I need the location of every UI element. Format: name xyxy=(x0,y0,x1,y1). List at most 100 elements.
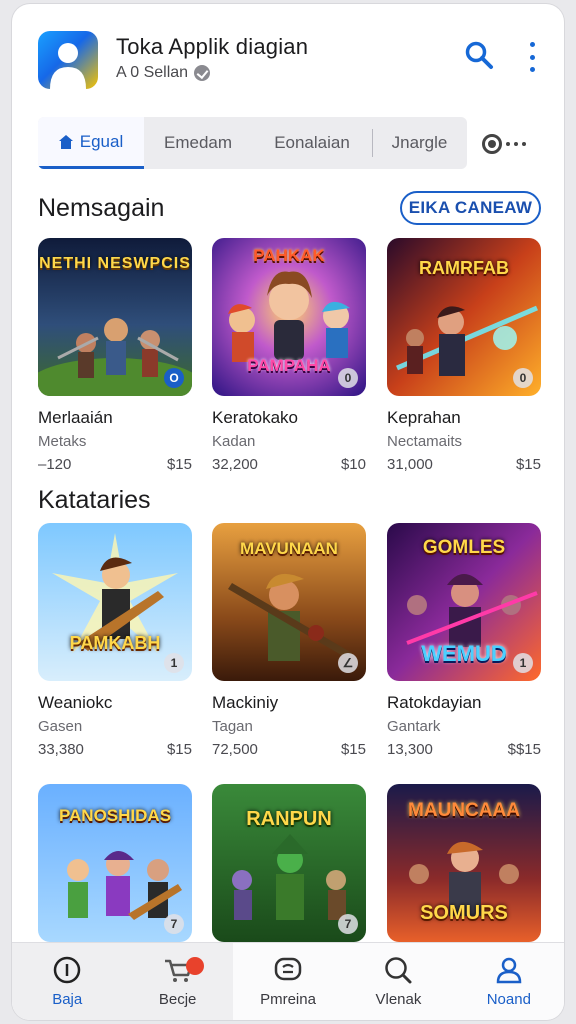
tab-emedam[interactable]: Emedam xyxy=(144,117,252,169)
tab-egual[interactable]: Egual xyxy=(38,117,144,169)
game-card[interactable]: PANOSHIDAS 7 xyxy=(38,784,192,942)
game-name: Weaniokc xyxy=(38,693,113,712)
category-tabs: Egual Emedam Eonalaian Jnargle xyxy=(38,117,467,169)
more-menu-button[interactable] xyxy=(526,42,538,72)
verified-icon xyxy=(194,65,211,81)
game-thumbnail[interactable]: RAMRFAB 0 xyxy=(387,238,541,396)
nav-label: Pmreina xyxy=(260,991,316,1008)
game-name: Merlaaián xyxy=(38,408,113,427)
game-art-title: RAMRFAB xyxy=(419,258,509,278)
game-card[interactable]: NETHI NESWPCIS O Merlaaián Metaks –120 $… xyxy=(38,238,192,473)
download-count: 72,500 xyxy=(212,741,258,758)
download-count: 13,300 xyxy=(387,741,433,758)
profile-icon xyxy=(496,957,522,984)
rating-badge: O xyxy=(164,368,184,388)
tab-label: Eonalaian xyxy=(274,133,350,152)
game-card[interactable]: MAVUNAAN ∠ Mackiniy Tagan 72,500 $15 xyxy=(212,523,366,758)
nav-label: Becje xyxy=(158,991,197,1008)
bottom-navigation: Baja Becje Pmreina Vlenak Noand xyxy=(12,942,564,1020)
person-avatar-icon xyxy=(50,43,86,89)
section-title: Katataries xyxy=(38,486,151,514)
nav-item-pmreina[interactable]: Pmreina xyxy=(233,943,343,1020)
game-art-title: GOMLES xyxy=(422,537,506,558)
rating-badge: 0 xyxy=(338,368,358,388)
game-publisher: Gasen xyxy=(38,718,83,735)
tab-label: Emedam xyxy=(163,133,233,152)
app-subtitle: A 0 Sellan xyxy=(116,64,211,82)
rating-badge: 7 xyxy=(338,914,358,934)
game-publisher: Kadan xyxy=(212,433,256,450)
see-all-button[interactable]: EIKA CANEAW xyxy=(400,191,541,225)
search-icon xyxy=(385,957,412,984)
home-icon xyxy=(58,134,73,149)
section-title: Nemsagain xyxy=(38,194,165,222)
tab-label: Jnargle xyxy=(391,133,448,152)
game-thumbnail[interactable]: PANOSHIDAS 7 xyxy=(38,784,192,942)
rating-badge: 7 xyxy=(164,914,184,934)
game-meta: 33,380 $15 xyxy=(38,741,192,758)
game-price: $15 xyxy=(340,741,366,758)
rating-badge: 0 xyxy=(513,368,533,388)
tab-jnargle[interactable]: Jnargle xyxy=(372,117,467,169)
game-thumbnail[interactable]: GOMLES WEMUD 1 xyxy=(387,523,541,681)
nav-label: Vlenak xyxy=(375,991,422,1008)
app-icon[interactable] xyxy=(38,31,98,89)
nav-item-baja[interactable]: Baja xyxy=(12,943,123,1020)
rating-badge: 1 xyxy=(164,653,184,673)
notification-dot xyxy=(186,957,205,975)
more-vertical-icon xyxy=(529,42,535,47)
chat-icon xyxy=(274,957,302,981)
download-count: 33,380 xyxy=(38,741,84,758)
game-art-subtitle: SOMURS xyxy=(420,902,508,924)
game-card[interactable]: PAHKAK PAMPAHA 0 Keratokako Kadan 32,200… xyxy=(212,238,366,473)
game-meta: 32,200 $10 xyxy=(212,456,366,473)
app-header: Toka Applik diagian A 0 Sellan xyxy=(12,4,564,104)
game-art-title: NETHI NESWPCIS xyxy=(39,255,191,272)
game-price: $15 xyxy=(166,741,192,758)
tab-eonalaian[interactable]: Eonalaian xyxy=(252,117,372,169)
game-meta: –120 $15 xyxy=(38,456,192,473)
rating-badge: 1 xyxy=(513,653,533,673)
nav-item-vlenak[interactable]: Vlenak xyxy=(343,943,453,1020)
nav-label: Baja xyxy=(52,991,83,1008)
game-card[interactable]: RANPUN 7 xyxy=(212,784,366,942)
game-art-title: PAMKABH xyxy=(69,633,161,653)
game-card[interactable]: RAMRFAB 0 Keprahan Nectamaits 31,000 $15 xyxy=(387,238,541,473)
download-count: 31,000 xyxy=(387,456,433,473)
info-circle-icon xyxy=(53,956,81,984)
game-card[interactable]: MAUNCAAA SOMURS xyxy=(387,784,541,942)
game-name: Keratokako xyxy=(212,408,298,427)
download-count: –120 xyxy=(38,456,72,473)
nav-item-noand[interactable]: Noand xyxy=(454,943,564,1020)
tab-divider xyxy=(372,129,373,157)
game-price: $15 xyxy=(515,456,541,473)
game-card[interactable]: GOMLES WEMUD 1 Ratokdayian Gantark 13,30… xyxy=(387,523,541,758)
app-title: Toka Applik diagian xyxy=(116,34,309,59)
game-publisher: Nectamaits xyxy=(387,433,463,450)
tabs-overflow-button[interactable] xyxy=(482,130,534,158)
game-price: $$15 xyxy=(507,741,541,758)
game-thumbnail[interactable]: MAVUNAAN ∠ xyxy=(212,523,366,681)
game-thumbnail[interactable]: MAUNCAAA SOMURS xyxy=(387,784,541,942)
game-name: Mackiniy xyxy=(212,693,279,712)
game-meta: 13,300 $$15 xyxy=(387,741,541,758)
tab-label: Egual xyxy=(79,131,124,151)
game-publisher: Metaks xyxy=(38,433,87,450)
game-meta: 31,000 $15 xyxy=(387,456,541,473)
game-thumbnail[interactable]: PAMKABH 1 xyxy=(38,523,192,681)
game-name: Ratokdayian xyxy=(387,693,482,712)
app-window: Toka Applik diagian A 0 Sellan Egual Eme… xyxy=(12,4,564,1020)
search-button[interactable] xyxy=(464,40,494,70)
game-thumbnail[interactable]: PAHKAK PAMPAHA 0 xyxy=(212,238,366,396)
target-icon xyxy=(482,134,502,154)
nav-item-becje[interactable]: Becje xyxy=(122,943,233,1020)
app-publisher: A 0 Sellan xyxy=(116,64,189,81)
game-publisher: Tagan xyxy=(212,718,253,735)
game-thumbnail[interactable]: NETHI NESWPCIS O xyxy=(38,238,192,396)
game-art-title: MAVUNAAN xyxy=(240,539,338,558)
game-publisher: Gantark xyxy=(387,718,441,735)
game-thumbnail[interactable]: RANPUN 7 xyxy=(212,784,366,942)
game-art-title: RANPUN xyxy=(246,808,332,830)
game-card[interactable]: PAMKABH 1 Weaniokc Gasen 33,380 $15 xyxy=(38,523,192,758)
game-art-title: PAHKAK xyxy=(253,246,325,265)
